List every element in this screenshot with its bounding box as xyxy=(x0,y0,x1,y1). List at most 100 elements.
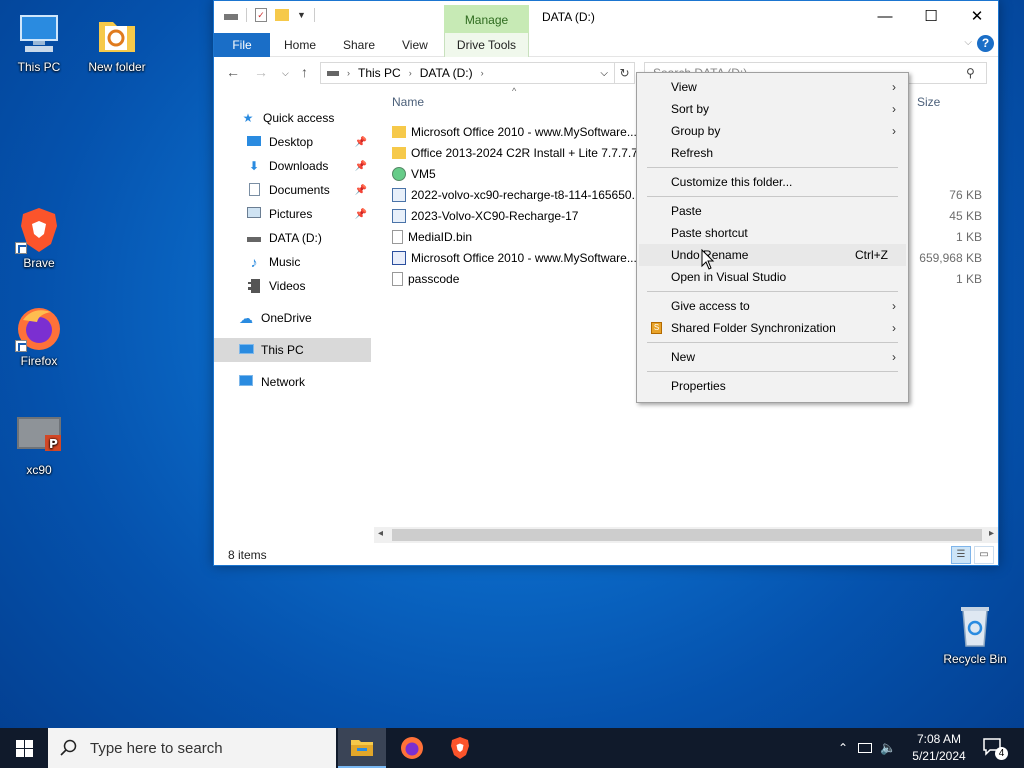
pin-icon[interactable]: 📌 xyxy=(355,161,367,172)
sidebar-item-quick-access[interactable]: ★ Quick access xyxy=(214,106,371,130)
scroll-right-icon[interactable]: ▸ xyxy=(989,528,994,539)
pin-icon[interactable]: 📌 xyxy=(355,209,367,220)
forward-arrow-icon[interactable]: → xyxy=(254,64,268,80)
mouse-cursor-icon xyxy=(701,249,715,270)
horizontal-scrollbar[interactable]: ◂ ▸ xyxy=(374,527,998,543)
shortcut-arrow-icon xyxy=(15,242,27,254)
new-folder-icon[interactable] xyxy=(275,9,289,21)
breadcrumb-data-d[interactable]: DATA (D:) xyxy=(420,66,473,80)
desktop-icon-firefox[interactable]: Firefox xyxy=(1,304,77,368)
desktop-icon-brave[interactable]: Brave xyxy=(1,206,77,270)
taskbar-file-explorer[interactable] xyxy=(338,728,386,768)
notification-center-icon[interactable]: 4 xyxy=(983,738,1008,760)
navigation-pane: ★ Quick access Desktop 📌 ⬇ Downloads 📌 D… xyxy=(214,96,371,526)
refresh-icon[interactable]: ↻ xyxy=(615,62,635,84)
taskbar-firefox[interactable] xyxy=(388,728,436,768)
sidebar-item-downloads[interactable]: ⬇ Downloads 📌 xyxy=(214,154,371,178)
menu-item-open-in-visual-studio[interactable]: Open in Visual Studio xyxy=(639,266,906,288)
search-icon xyxy=(60,739,77,756)
menu-item-view[interactable]: View › xyxy=(639,76,906,98)
column-header-size[interactable]: Size xyxy=(917,95,940,109)
desktop-icon-label: xc90 xyxy=(26,463,52,477)
documents-icon xyxy=(246,183,262,197)
sidebar-item-music[interactable]: ♪ Music xyxy=(214,250,371,274)
chevron-down-icon[interactable]: ▼ xyxy=(297,10,306,20)
properties-icon[interactable]: ✓ xyxy=(255,8,267,22)
sidebar-item-desktop[interactable]: Desktop 📌 xyxy=(214,130,371,154)
minimize-button[interactable]: — xyxy=(862,1,908,31)
menu-item-sort-by[interactable]: Sort by › xyxy=(639,98,906,120)
column-header-name[interactable]: Name xyxy=(392,95,424,109)
address-bar[interactable]: › This PC › DATA (D:) › ⌵ xyxy=(320,62,615,84)
scroll-left-icon[interactable]: ◂ xyxy=(378,528,383,539)
menu-item-undo-rename[interactable]: Undo Rename Ctrl+Z xyxy=(639,244,906,266)
sidebar-item-label: Quick access xyxy=(263,111,335,125)
menu-item-label: Group by xyxy=(671,124,721,138)
large-icons-view-icon[interactable]: ▭ xyxy=(974,546,994,564)
svg-text:P: P xyxy=(49,437,58,451)
scrollbar-thumb[interactable] xyxy=(392,529,982,541)
close-button[interactable]: ✕ xyxy=(954,1,1000,31)
installer-icon xyxy=(392,250,406,265)
file-name: Office 2013-2024 C2R Install + Lite 7.7.… xyxy=(411,145,648,160)
tab-file[interactable]: File xyxy=(214,33,270,57)
desktop-icon-new-folder[interactable]: New folder xyxy=(79,10,155,74)
recycle-bin-icon xyxy=(951,602,999,650)
image-file-icon xyxy=(392,187,406,202)
chevron-right-icon: › xyxy=(892,321,896,335)
network-icon[interactable] xyxy=(858,743,873,753)
pin-icon[interactable]: 📌 xyxy=(355,137,367,148)
menu-item-group-by[interactable]: Group by › xyxy=(639,120,906,142)
maximize-button[interactable]: ☐ xyxy=(908,1,954,31)
menu-item-paste-shortcut[interactable]: Paste shortcut xyxy=(639,222,906,244)
tab-view[interactable]: View xyxy=(402,33,428,57)
breadcrumb-this-pc[interactable]: This PC xyxy=(358,66,401,80)
taskbar-brave[interactable] xyxy=(436,728,484,768)
back-arrow-icon[interactable]: ← xyxy=(226,64,240,80)
pin-icon[interactable]: 📌 xyxy=(355,185,367,196)
details-view-icon[interactable]: ☰ xyxy=(951,546,971,564)
sidebar-item-videos[interactable]: Videos xyxy=(214,274,371,298)
file-size: 1 KB xyxy=(955,271,982,286)
sidebar-item-this-pc[interactable]: This PC xyxy=(214,338,371,362)
menu-item-customize-folder[interactable]: Customize this folder... xyxy=(639,171,906,193)
menu-item-paste[interactable]: Paste xyxy=(639,200,906,222)
divider xyxy=(246,8,247,22)
menu-item-shared-folder-sync[interactable]: S Shared Folder Synchronization › xyxy=(639,317,906,339)
menu-item-give-access[interactable]: Give access to › xyxy=(639,295,906,317)
recent-locations-chevron-icon[interactable]: ⌵ xyxy=(282,68,289,79)
menu-item-new[interactable]: New › xyxy=(639,346,906,368)
chevron-down-icon[interactable]: ⌵ xyxy=(964,37,972,48)
quick-access-toolbar: ✓ ▼ xyxy=(224,8,315,22)
sidebar-item-label: Music xyxy=(269,255,301,269)
drive-icon[interactable] xyxy=(224,14,238,20)
taskbar-search-input[interactable]: Type here to search xyxy=(48,728,336,768)
tab-drive-tools[interactable]: Drive Tools xyxy=(444,33,529,57)
tab-manage[interactable]: Manage xyxy=(444,5,529,33)
sidebar-item-documents[interactable]: Documents 📌 xyxy=(214,178,371,202)
desktop-icon-xc90[interactable]: P xc90 xyxy=(1,413,77,477)
start-button[interactable] xyxy=(0,728,48,768)
sidebar-item-data-d[interactable]: DATA (D:) xyxy=(214,226,371,250)
tab-home[interactable]: Home xyxy=(284,33,316,57)
sidebar-item-onedrive[interactable]: ☁ OneDrive xyxy=(214,306,371,330)
folder-icon xyxy=(351,740,373,756)
chevron-up-icon[interactable]: ⌃ xyxy=(838,741,848,755)
sidebar-item-network[interactable]: Network xyxy=(214,370,371,394)
menu-item-label: Give access to xyxy=(671,299,750,313)
desktop-icon-this-pc[interactable]: This PC xyxy=(1,10,77,74)
menu-item-properties[interactable]: Properties xyxy=(639,375,906,397)
menu-separator xyxy=(647,196,898,197)
desktop-icon-recycle-bin[interactable]: Recycle Bin xyxy=(937,602,1013,666)
tab-share[interactable]: Share xyxy=(343,33,375,57)
chevron-right-icon: › xyxy=(892,350,896,364)
menu-item-refresh[interactable]: Refresh xyxy=(639,142,906,164)
firefox-icon xyxy=(15,304,63,352)
volume-muted-icon[interactable]: 🔈 xyxy=(880,740,896,756)
up-arrow-icon[interactable]: ↑ xyxy=(301,64,308,80)
chevron-down-icon[interactable]: ⌵ xyxy=(600,68,608,79)
system-clock[interactable]: 7:08 AM 5/21/2024 xyxy=(900,731,978,765)
sidebar-item-pictures[interactable]: Pictures 📌 xyxy=(214,202,371,226)
notification-count-badge: 4 xyxy=(995,747,1008,760)
help-icon[interactable]: ? xyxy=(977,35,994,52)
